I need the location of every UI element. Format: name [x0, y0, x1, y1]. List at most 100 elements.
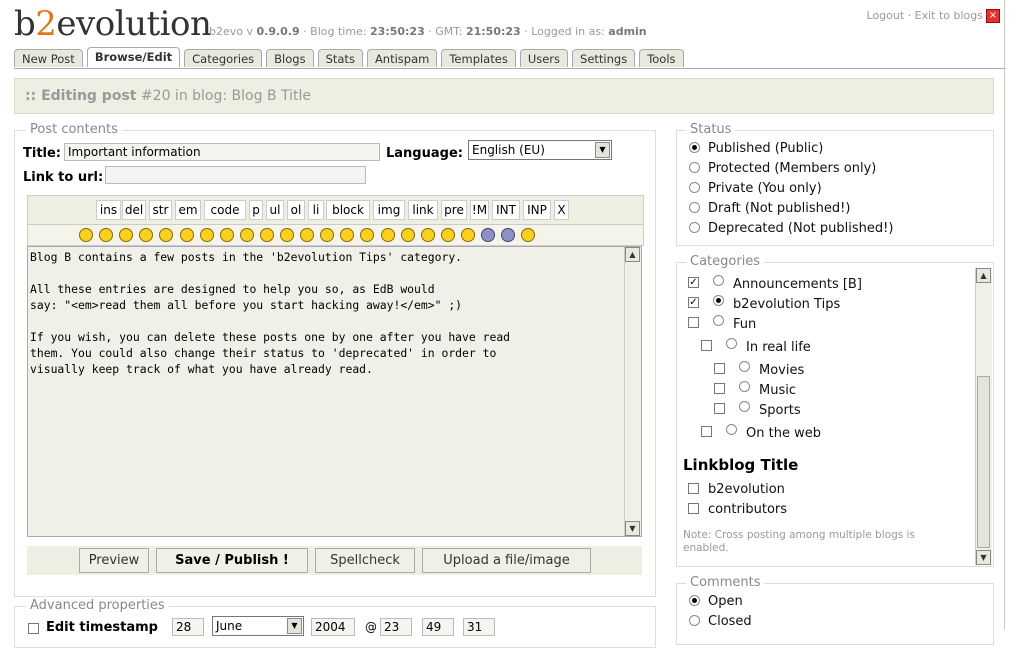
preview-button[interactable]: Preview	[79, 548, 149, 573]
category-checkbox[interactable]: ✓	[688, 297, 699, 308]
tab-blogs[interactable]: Blogs	[266, 49, 314, 67]
smiley-idea-icon[interactable]	[99, 228, 114, 242]
smiley-grin-icon[interactable]	[139, 228, 154, 242]
tab-new-post[interactable]: New Post	[14, 49, 83, 67]
category-checkbox[interactable]: ✓	[688, 277, 699, 288]
close-x-icon[interactable]: ×	[986, 9, 1000, 23]
logout-link[interactable]: Logout	[866, 9, 904, 22]
quicktag-img-button[interactable]: img	[373, 200, 405, 220]
quicktag-x-button[interactable]: X	[554, 200, 569, 220]
smiley-neutral-icon[interactable]	[280, 228, 294, 242]
smiley-rolleyes-icon[interactable]	[239, 228, 254, 242]
quicktag-pre-button[interactable]: pre	[441, 200, 467, 220]
exit-to-blogs-link[interactable]: Exit to blogs	[915, 9, 983, 22]
smiley-eek-icon[interactable]	[340, 228, 355, 242]
title-input[interactable]: Important information	[64, 143, 380, 161]
main-category-radio[interactable]	[739, 361, 750, 372]
tab-tools[interactable]: Tools	[639, 49, 684, 67]
status-radio[interactable]	[689, 202, 700, 213]
timestamp-second-input[interactable]: 31	[463, 618, 495, 636]
tab-users[interactable]: Users	[519, 49, 569, 67]
smiley-smile-icon[interactable]	[119, 228, 134, 242]
main-category-radio[interactable]	[739, 381, 750, 392]
quicktag-link-button[interactable]: link	[408, 200, 438, 220]
status-radio[interactable]	[689, 162, 700, 173]
quicktag-em-button[interactable]: em	[175, 200, 201, 220]
scroll-down-icon[interactable]: ▼	[625, 521, 640, 536]
timestamp-hour-input[interactable]: 23	[380, 618, 412, 636]
tab-templates[interactable]: Templates	[441, 49, 516, 67]
main-category-radio[interactable]	[726, 424, 737, 435]
tab-antispam[interactable]: Antispam	[366, 49, 438, 67]
tab-stats[interactable]: Stats	[317, 49, 363, 67]
smiley-hmm-icon[interactable]	[400, 228, 415, 242]
quicktag-str-button[interactable]: str	[149, 200, 172, 220]
smiley-puke-icon[interactable]	[501, 228, 516, 242]
timestamp-minute-input[interactable]: 49	[422, 618, 454, 636]
smiley-biggrin-icon[interactable]	[159, 228, 174, 242]
quicktag-p-button[interactable]: p	[249, 200, 263, 220]
smiley-arrow-icon[interactable]	[79, 228, 93, 242]
quicktag-inp-button[interactable]: INP	[523, 200, 551, 220]
link-url-input[interactable]	[105, 166, 366, 184]
main-category-radio[interactable]	[739, 401, 750, 412]
main-category-radio[interactable]	[726, 338, 737, 349]
save-publish-button[interactable]: Save / Publish !	[156, 548, 308, 573]
tab-browse-edit[interactable]: Browse/Edit	[86, 47, 181, 67]
smiley-confused-icon[interactable]	[300, 228, 315, 242]
comments-radio[interactable]	[689, 595, 700, 606]
quicktag-ol-button[interactable]: ol	[287, 200, 305, 220]
smiley-dizzy-icon[interactable]	[521, 228, 536, 242]
editor-scrollbar[interactable]: ▲ ▼	[624, 247, 641, 536]
linkblog-checkbox[interactable]	[688, 483, 699, 494]
spellcheck-button[interactable]: Spellcheck	[315, 548, 415, 573]
smiley-crazy-icon[interactable]	[360, 228, 375, 242]
category-checkbox[interactable]	[688, 317, 699, 328]
timestamp-year-input[interactable]: 2004	[311, 618, 355, 636]
smiley-redface-icon[interactable]	[259, 228, 274, 242]
quicktag-block-button[interactable]: block	[326, 200, 370, 220]
tab-categories[interactable]: Categories	[184, 49, 263, 67]
timestamp-month-select[interactable]: June ▼	[212, 616, 304, 636]
quicktag-int-button[interactable]: INT	[492, 200, 520, 220]
quicktag-ul-button[interactable]: ul	[266, 200, 284, 220]
category-checkbox[interactable]	[714, 403, 725, 414]
category-checkbox[interactable]	[701, 426, 712, 437]
smiley-evil-icon[interactable]	[219, 228, 234, 242]
smiley-cool-icon[interactable]	[179, 228, 194, 242]
scroll-down-icon[interactable]: ▼	[976, 550, 991, 565]
smiley-alien-icon[interactable]	[481, 228, 495, 242]
smiley-sad-icon[interactable]	[320, 228, 335, 242]
quicktag-del-button[interactable]: del	[122, 200, 146, 220]
language-select[interactable]: English (EU) ▼	[468, 140, 612, 160]
quicktag-li-button[interactable]: li	[308, 200, 324, 220]
scroll-up-icon[interactable]: ▲	[976, 268, 991, 283]
category-checkbox[interactable]	[714, 363, 725, 374]
smiley-wink-icon[interactable]	[199, 228, 214, 242]
comments-radio[interactable]	[689, 615, 700, 626]
timestamp-day-input[interactable]: 28	[172, 618, 204, 636]
main-category-radio[interactable]	[713, 315, 724, 326]
upload-button[interactable]: Upload a file/image	[422, 548, 591, 573]
smiley-lalala-icon[interactable]	[460, 228, 475, 242]
smiley-mad-icon[interactable]	[380, 228, 395, 242]
edit-timestamp-checkbox[interactable]	[28, 623, 39, 634]
status-radio[interactable]	[689, 142, 700, 153]
main-category-radio[interactable]	[713, 275, 724, 286]
smiley-cry-icon[interactable]	[440, 228, 455, 242]
quicktag-code-button[interactable]: code	[204, 200, 246, 220]
category-checkbox[interactable]	[714, 383, 725, 394]
status-radio[interactable]	[689, 222, 700, 233]
quicktag-ins-button[interactable]: ins	[96, 200, 121, 220]
post-content-textarea[interactable]: Blog B contains a few posts in the 'b2ev…	[27, 246, 642, 537]
main-category-radio[interactable]	[713, 295, 724, 306]
scroll-thumb[interactable]	[977, 376, 990, 548]
category-checkbox[interactable]	[701, 340, 712, 351]
linkblog-checkbox[interactable]	[688, 503, 699, 514]
smiley-gasp-icon[interactable]	[420, 228, 435, 242]
tab-settings[interactable]: Settings	[572, 49, 636, 67]
scroll-up-icon[interactable]: ▲	[625, 247, 640, 262]
categories-scrollbar[interactable]: ▲ ▼	[975, 268, 992, 565]
status-radio[interactable]	[689, 182, 700, 193]
quicktag-m-button[interactable]: !M	[470, 200, 489, 220]
